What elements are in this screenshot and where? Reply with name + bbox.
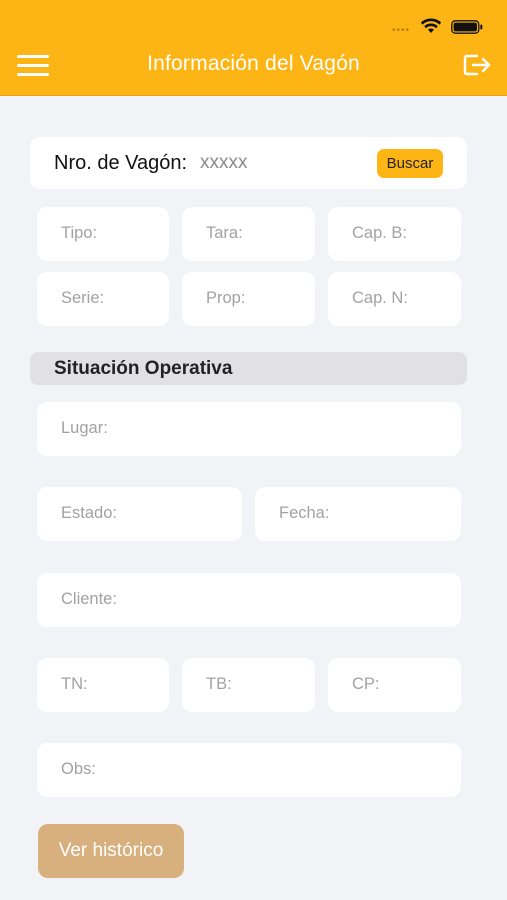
- cap-b-label: Cap. B:: [352, 224, 408, 242]
- wagon-number-label: Nro. de Vagón:: [54, 152, 188, 174]
- obs-label: Obs:: [61, 760, 96, 778]
- tipo-field[interactable]: Tipo:: [37, 207, 169, 261]
- prop-label: Prop:: [206, 289, 246, 307]
- lugar-field[interactable]: Lugar:: [37, 402, 461, 456]
- estado-field[interactable]: Estado:: [37, 487, 242, 541]
- cap-n-field[interactable]: Cap. N:: [328, 272, 461, 326]
- wagon-search-card: Nro. de Vagón: Buscar: [30, 137, 467, 189]
- status-bar: ••••: [0, 0, 507, 44]
- prop-field[interactable]: Prop:: [182, 272, 315, 326]
- logout-icon[interactable]: [462, 52, 492, 78]
- lugar-label: Lugar:: [61, 419, 108, 437]
- cp-field[interactable]: CP:: [328, 658, 461, 712]
- tn-label: TN:: [61, 675, 88, 693]
- search-button[interactable]: Buscar: [377, 149, 443, 178]
- tb-field[interactable]: TB:: [182, 658, 315, 712]
- tara-field[interactable]: Tara:: [182, 207, 315, 261]
- app-header: •••• Información del Vagón: [0, 0, 507, 96]
- cp-label: CP:: [352, 675, 380, 693]
- signal-dots-icon: ••••: [392, 25, 411, 36]
- wifi-icon: [420, 18, 442, 33]
- battery-icon: [451, 20, 483, 34]
- tb-label: TB:: [206, 675, 232, 693]
- fecha-label: Fecha:: [279, 504, 330, 522]
- section-title: Situación Operativa: [54, 358, 233, 379]
- page-title: Información del Vagón: [147, 52, 360, 75]
- view-history-button[interactable]: Ver histórico: [38, 824, 184, 878]
- section-header: Situación Operativa: [30, 352, 467, 385]
- tara-label: Tara:: [206, 224, 243, 242]
- serie-field[interactable]: Serie:: [37, 272, 169, 326]
- estado-label: Estado:: [61, 504, 117, 522]
- cap-n-label: Cap. N:: [352, 289, 408, 307]
- tn-field[interactable]: TN:: [37, 658, 169, 712]
- cliente-field[interactable]: Cliente:: [37, 573, 461, 627]
- wagon-number-input[interactable]: [200, 149, 360, 177]
- cap-b-field[interactable]: Cap. B:: [328, 207, 461, 261]
- tipo-label: Tipo:: [61, 224, 98, 242]
- fecha-field[interactable]: Fecha:: [255, 487, 461, 541]
- obs-field[interactable]: Obs:: [37, 743, 461, 797]
- serie-label: Serie:: [61, 289, 105, 307]
- cliente-label: Cliente:: [61, 590, 117, 608]
